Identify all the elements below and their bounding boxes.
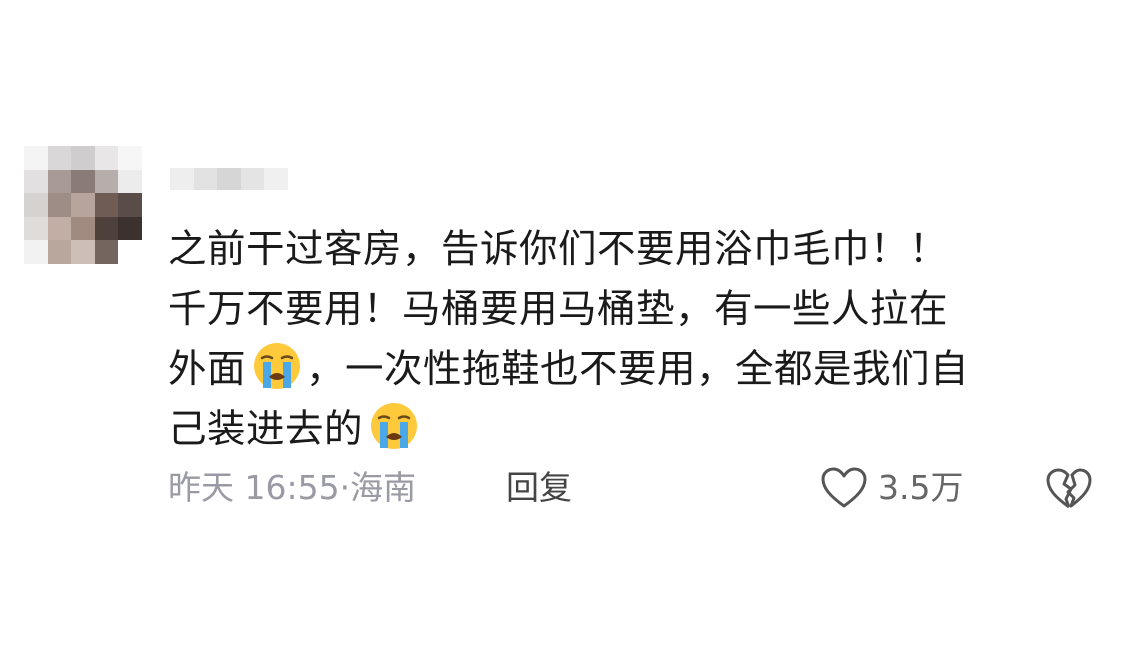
like-count: 3.5万 (878, 468, 964, 507)
comment-line: 千万不要用！马桶要用马桶垫，有一些人拉在 (168, 287, 949, 332)
reply-button[interactable]: 回复 (506, 463, 572, 513)
timestamp: 昨天 16:55 (168, 468, 340, 507)
crying-face-icon (371, 403, 418, 449)
meta-separator: · (339, 468, 351, 507)
broken-heart-icon[interactable] (1044, 465, 1094, 511)
username[interactable] (170, 168, 288, 190)
heart-icon (821, 467, 867, 508)
like-button[interactable]: 3.5万 (820, 463, 963, 513)
crying-face-icon (254, 343, 301, 389)
avatar[interactable] (24, 146, 142, 264)
comment-text: 之前干过客房，告诉你们不要用浴巾毛巾！！ 千万不要用！马桶要用马桶垫，有一些人拉… (168, 220, 1088, 460)
comment-meta: 昨天 16:55·海南 (168, 463, 416, 513)
comment-line: 之前干过客房，告诉你们不要用浴巾毛巾！！ (168, 227, 949, 272)
comment-line: 己装进去的 (168, 400, 1088, 460)
comment-line: 外面 ，一次性拖鞋也不要用，全都是我们自 (168, 340, 1088, 400)
comment-card: 之前干过客房，告诉你们不要用浴巾毛巾！！ 千万不要用！马桶要用马桶垫，有一些人拉… (0, 0, 1132, 662)
location: 海南 (350, 468, 417, 507)
